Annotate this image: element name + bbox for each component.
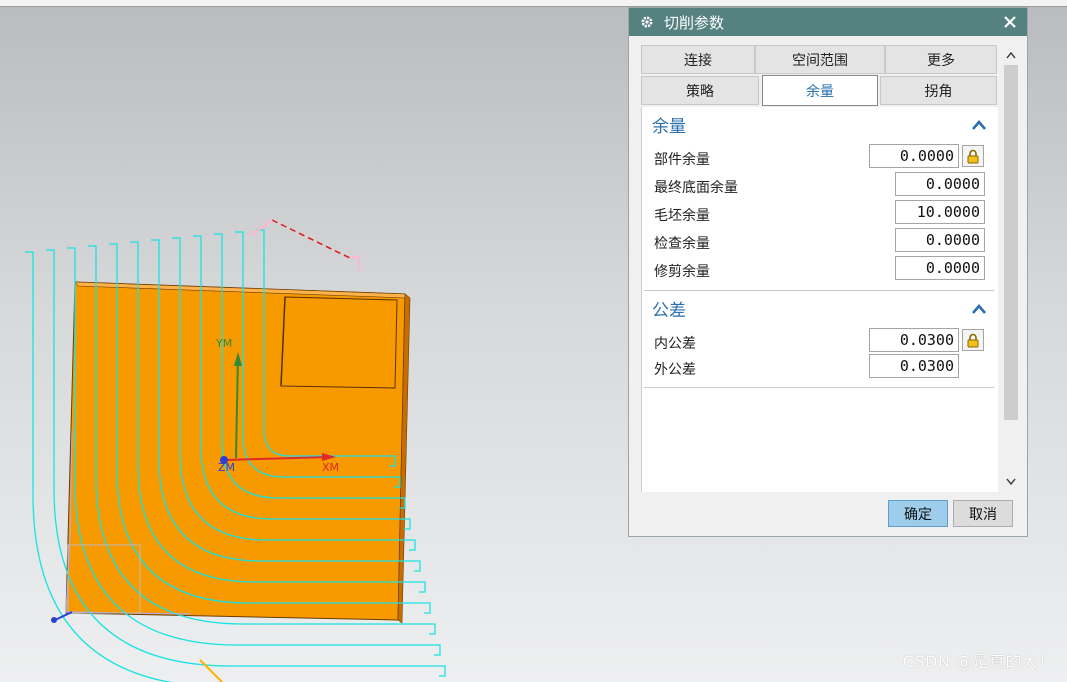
section-stock-title: 余量: [652, 116, 686, 137]
dialog-titlebar[interactable]: 切削参数: [629, 8, 1027, 36]
blank-stock-field[interactable]: [895, 200, 985, 224]
outtol-field[interactable]: [869, 354, 959, 378]
cutting-parameters-dialog: 切削参数 连接 空间范围 更多 策略 余量 拐角 余量 部件余量 最终底面余量 …: [628, 7, 1028, 537]
watermark: CSDN @是真的大！: [902, 652, 1055, 671]
cancel-button[interactable]: 取消: [953, 500, 1013, 527]
part-stock-field[interactable]: [869, 144, 959, 168]
section-stock-header[interactable]: 余量: [644, 109, 994, 139]
section-tolerance-title: 公差: [652, 300, 686, 321]
outtol-label: 外公差: [654, 362, 696, 378]
dialog-title: 切削参数: [664, 13, 725, 32]
chevron-up-icon[interactable]: [1002, 46, 1020, 64]
part-stock-label: 部件余量: [654, 152, 710, 168]
gear-icon: [638, 13, 656, 31]
lock-icon[interactable]: [962, 329, 984, 351]
check-stock-label: 检查余量: [654, 236, 710, 252]
tab-more[interactable]: 更多: [885, 45, 997, 74]
ym-axis-label: YM: [215, 337, 232, 350]
section-tolerance-header[interactable]: 公差: [644, 293, 994, 323]
tab-stock[interactable]: 余量: [762, 75, 878, 106]
intol-label: 内公差: [654, 336, 696, 352]
tab-corners[interactable]: 拐角: [880, 76, 997, 105]
zm-axis-label: ZM: [218, 461, 235, 474]
dialog-scrollbar[interactable]: [1002, 45, 1020, 492]
chevron-up-icon[interactable]: [972, 116, 986, 135]
lock-icon[interactable]: [962, 145, 984, 167]
check-stock-field[interactable]: [895, 228, 985, 252]
chevron-down-icon[interactable]: [1002, 473, 1020, 491]
intol-field[interactable]: [869, 328, 959, 352]
xm-axis-label: XM: [322, 461, 339, 474]
trim-stock-label: 修剪余量: [654, 264, 710, 280]
trim-stock-field[interactable]: [895, 256, 985, 280]
ok-button[interactable]: 确定: [888, 500, 948, 527]
scrollbar-thumb[interactable]: [1004, 65, 1018, 420]
section-divider: [644, 290, 994, 291]
tab-strategy[interactable]: 策略: [641, 76, 759, 105]
stock-panel: 余量 部件余量 最终底面余量 毛坯余量 检查余量 修剪余量 公差 内公差: [641, 107, 998, 492]
tab-connections[interactable]: 连接: [641, 45, 755, 74]
blank-stock-label: 毛坯余量: [654, 208, 710, 224]
close-icon[interactable]: [1000, 12, 1020, 32]
tab-spatial-range[interactable]: 空间范围: [755, 45, 885, 74]
final-floor-stock-field[interactable]: [895, 172, 985, 196]
final-floor-stock-label: 最终底面余量: [654, 180, 738, 196]
section-divider: [644, 387, 994, 388]
chevron-up-icon[interactable]: [972, 300, 986, 319]
